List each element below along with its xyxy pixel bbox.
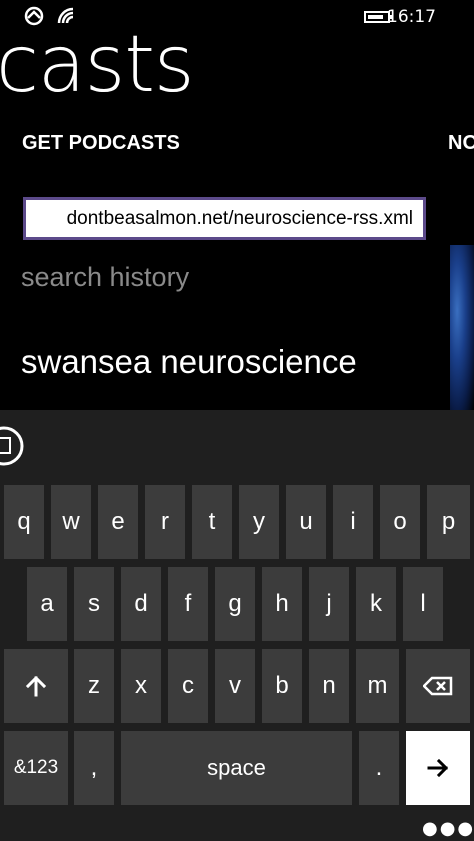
shift-arrow-icon [25, 675, 47, 697]
page-title: casts [0, 20, 195, 110]
clipboard-icon[interactable] [0, 426, 28, 466]
key-e[interactable]: e [98, 485, 138, 559]
key-d[interactable]: d [121, 567, 161, 641]
key-j[interactable]: j [309, 567, 349, 641]
key-a[interactable]: a [27, 567, 67, 641]
backspace-icon [423, 676, 453, 696]
enter-key[interactable] [406, 731, 470, 805]
pivot-get-podcasts[interactable]: GET PODCASTS [22, 132, 180, 155]
key-n[interactable]: n [309, 649, 349, 723]
key-i[interactable]: i [333, 485, 373, 559]
key-w[interactable]: w [51, 485, 91, 559]
pivot-next-item[interactable]: NO [448, 132, 474, 155]
enter-arrow-icon [427, 759, 449, 777]
key-g[interactable]: g [215, 567, 255, 641]
key-z[interactable]: z [74, 649, 114, 723]
space-key[interactable]: space [121, 731, 352, 805]
more-options-icon[interactable]: ●●● [422, 818, 474, 839]
key-x[interactable]: x [121, 649, 161, 723]
key-l[interactable]: l [403, 567, 443, 641]
comma-key[interactable]: , [74, 731, 114, 805]
search-history-label: search history [21, 262, 190, 292]
keyboard: q w e r t y u i o p a s d f g h j k l z … [0, 410, 474, 841]
symbols-key[interactable]: &123 [4, 731, 68, 805]
clock: 16:17 [387, 7, 436, 27]
key-o[interactable]: o [380, 485, 420, 559]
key-b[interactable]: b [262, 649, 302, 723]
key-q[interactable]: q [4, 485, 44, 559]
key-f[interactable]: f [168, 567, 208, 641]
key-m[interactable]: m [356, 649, 399, 723]
shift-key[interactable] [4, 649, 68, 723]
key-h[interactable]: h [262, 567, 302, 641]
key-c[interactable]: c [168, 649, 208, 723]
history-item[interactable]: swansea neuroscience [21, 343, 357, 381]
podcast-artwork [450, 245, 474, 410]
key-t[interactable]: t [192, 485, 232, 559]
key-u[interactable]: u [286, 485, 326, 559]
url-input[interactable]: dontbeasalmon.net/neuroscience-rss.xml [23, 197, 426, 240]
key-y[interactable]: y [239, 485, 279, 559]
key-v[interactable]: v [215, 649, 255, 723]
period-key[interactable]: . [359, 731, 399, 805]
key-p[interactable]: p [427, 485, 470, 559]
url-input-value: dontbeasalmon.net/neuroscience-rss.xml [66, 208, 413, 229]
key-k[interactable]: k [356, 567, 396, 641]
backspace-key[interactable] [406, 649, 470, 723]
key-r[interactable]: r [145, 485, 185, 559]
key-s[interactable]: s [74, 567, 114, 641]
